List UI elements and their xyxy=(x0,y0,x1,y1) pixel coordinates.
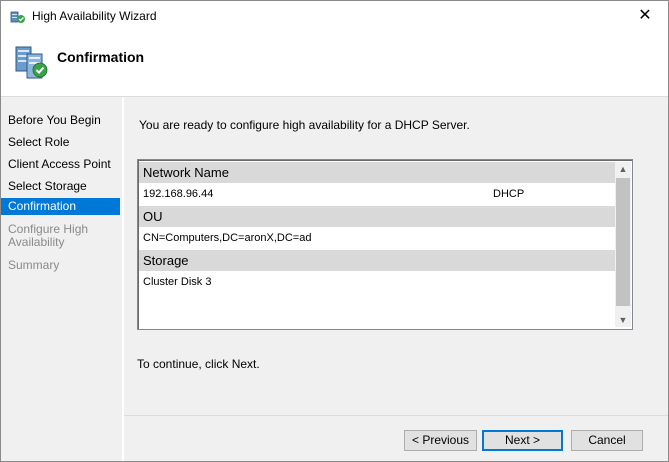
cancel-button[interactable]: Cancel xyxy=(571,430,643,451)
page-title: Confirmation xyxy=(57,49,145,65)
step-select-storage[interactable]: Select Storage xyxy=(1,180,120,193)
continue-instruction: To continue, click Next. xyxy=(137,357,260,371)
close-button[interactable]: ✕ xyxy=(622,1,668,31)
intro-text: You are ready to configure high availabi… xyxy=(139,118,470,132)
group-header-ou: OU xyxy=(139,206,627,227)
step-confirmation[interactable]: Confirmation xyxy=(1,198,120,215)
step-before-you-begin[interactable]: Before You Begin xyxy=(1,114,120,127)
cluster-wizard-icon xyxy=(10,11,25,23)
scrollbar-thumb[interactable] xyxy=(616,178,630,306)
window-title: High Availability Wizard xyxy=(32,9,157,23)
step-summary: Summary xyxy=(8,258,60,272)
group-header-network-name: Network Name xyxy=(139,162,627,183)
title-bar[interactable]: High Availability Wizard ✕ xyxy=(1,1,668,31)
confirmation-listbox[interactable]: Network Name 192.168.96.44 DHCP OU CN=Co… xyxy=(137,159,633,330)
step-configure-high-availability: Configure High Availability xyxy=(8,222,89,249)
previous-button[interactable]: < Previous xyxy=(404,430,477,451)
step-client-access-point[interactable]: Client Access Point xyxy=(1,158,120,171)
ou-value: CN=Computers,DC=aronX,DC=ad xyxy=(143,232,312,244)
network-name-role: DHCP xyxy=(493,188,525,200)
wizard-window: High Availability Wizard ✕ Confirmation … xyxy=(0,0,669,462)
wizard-footer: < Previous Next > Cancel xyxy=(124,415,668,461)
scroll-up-arrow-icon[interactable]: ▲ xyxy=(615,162,631,176)
network-name-value: 192.168.96.44 xyxy=(143,188,214,200)
group-header-storage: Storage xyxy=(139,250,627,271)
wizard-steps-nav: Before You Begin Select Role Client Acce… xyxy=(1,97,122,461)
next-button[interactable]: Next > xyxy=(482,430,563,451)
cluster-server-icon xyxy=(15,46,48,79)
vertical-scrollbar[interactable]: ▲ ▼ xyxy=(615,162,631,327)
storage-value: Cluster Disk 3 xyxy=(143,276,212,288)
step-select-role[interactable]: Select Role xyxy=(1,136,120,149)
wizard-header: Confirmation xyxy=(1,31,668,97)
confirmation-panel: You are ready to configure high availabi… xyxy=(124,97,668,415)
scroll-down-arrow-icon[interactable]: ▼ xyxy=(615,313,631,327)
